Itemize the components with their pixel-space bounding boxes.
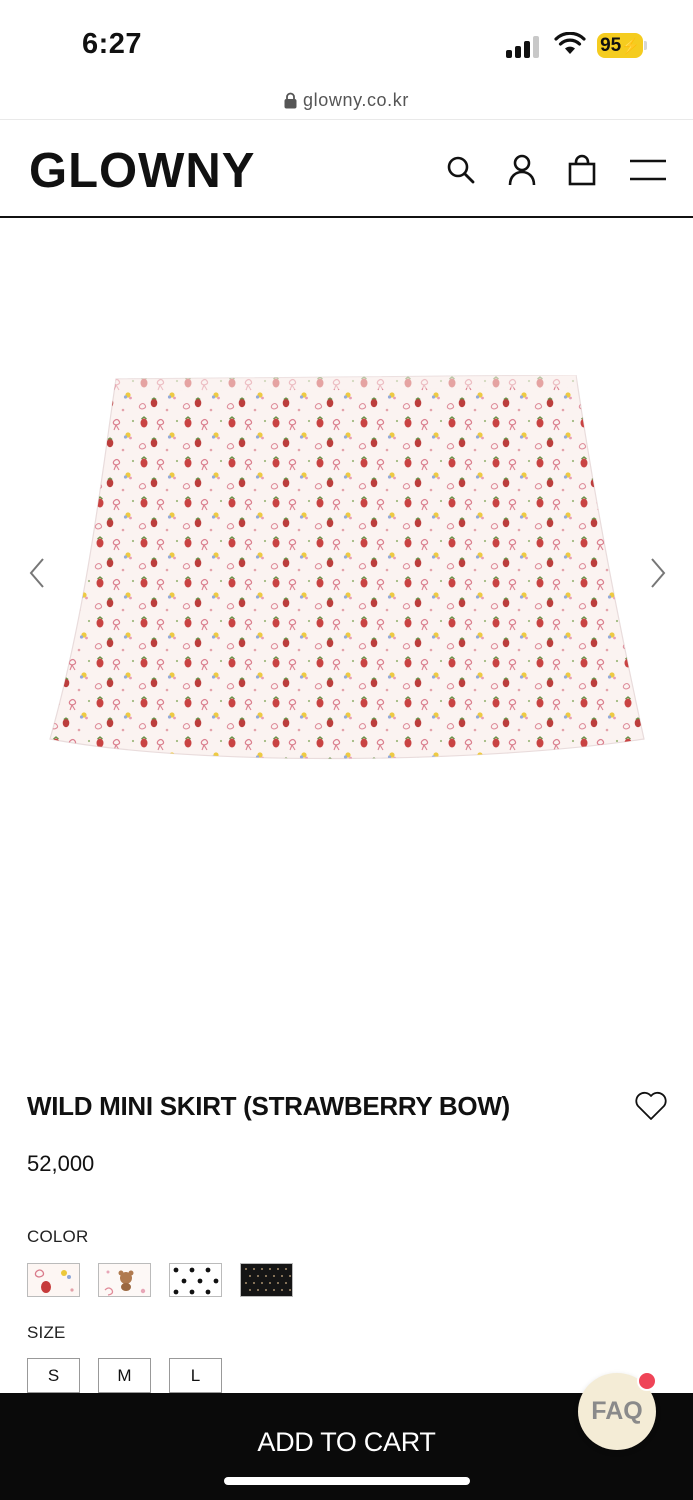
swatch-black-polka-dot[interactable] <box>240 1263 293 1297</box>
product-title: WILD MINI SKIRT (STRAWBERRY BOW) <box>27 1091 510 1121</box>
home-indicator <box>224 1477 470 1485</box>
search-button[interactable] <box>441 150 481 190</box>
url-text: glowny.co.kr <box>303 90 409 110</box>
swatch-strawberry-bow[interactable] <box>27 1263 80 1297</box>
lock-icon <box>284 92 297 109</box>
cart-button[interactable] <box>562 150 602 190</box>
account-button[interactable] <box>502 150 542 190</box>
swatch-white-polka-dot[interactable] <box>169 1263 222 1297</box>
cellular-signal-icon <box>506 34 542 58</box>
status-bar: 6:27 95⚡ <box>0 0 693 88</box>
chevron-left-icon <box>29 558 44 588</box>
product-image <box>48 374 648 780</box>
menu-button[interactable] <box>628 150 668 190</box>
size-option-l[interactable]: L <box>169 1358 222 1393</box>
search-icon <box>447 156 475 184</box>
status-time: 6:27 <box>82 28 143 60</box>
faq-notification-dot <box>637 1371 657 1391</box>
size-option-s[interactable]: S <box>27 1358 80 1393</box>
wifi-icon <box>554 32 586 54</box>
hamburger-menu-icon <box>630 159 666 181</box>
site-logo[interactable]: GLOWNY <box>29 143 255 199</box>
user-icon <box>508 154 536 186</box>
product-price: 52,000 <box>27 1151 95 1176</box>
size-option-m[interactable]: M <box>98 1358 151 1393</box>
site-header: GLOWNY <box>0 119 693 218</box>
battery-tip <box>644 41 647 50</box>
shopping-bag-icon <box>568 154 596 186</box>
wishlist-button[interactable] <box>634 1090 668 1122</box>
browser-url-bar[interactable]: glowny.co.kr <box>0 88 693 118</box>
battery-indicator: 95⚡ <box>597 33 643 58</box>
product-image-gallery[interactable] <box>0 220 693 1050</box>
color-label: COLOR <box>27 1227 89 1246</box>
heart-icon <box>635 1091 667 1120</box>
swatch-teddy-bear[interactable] <box>98 1263 151 1297</box>
chevron-right-icon <box>651 558 666 588</box>
size-label: SIZE <box>27 1323 66 1342</box>
